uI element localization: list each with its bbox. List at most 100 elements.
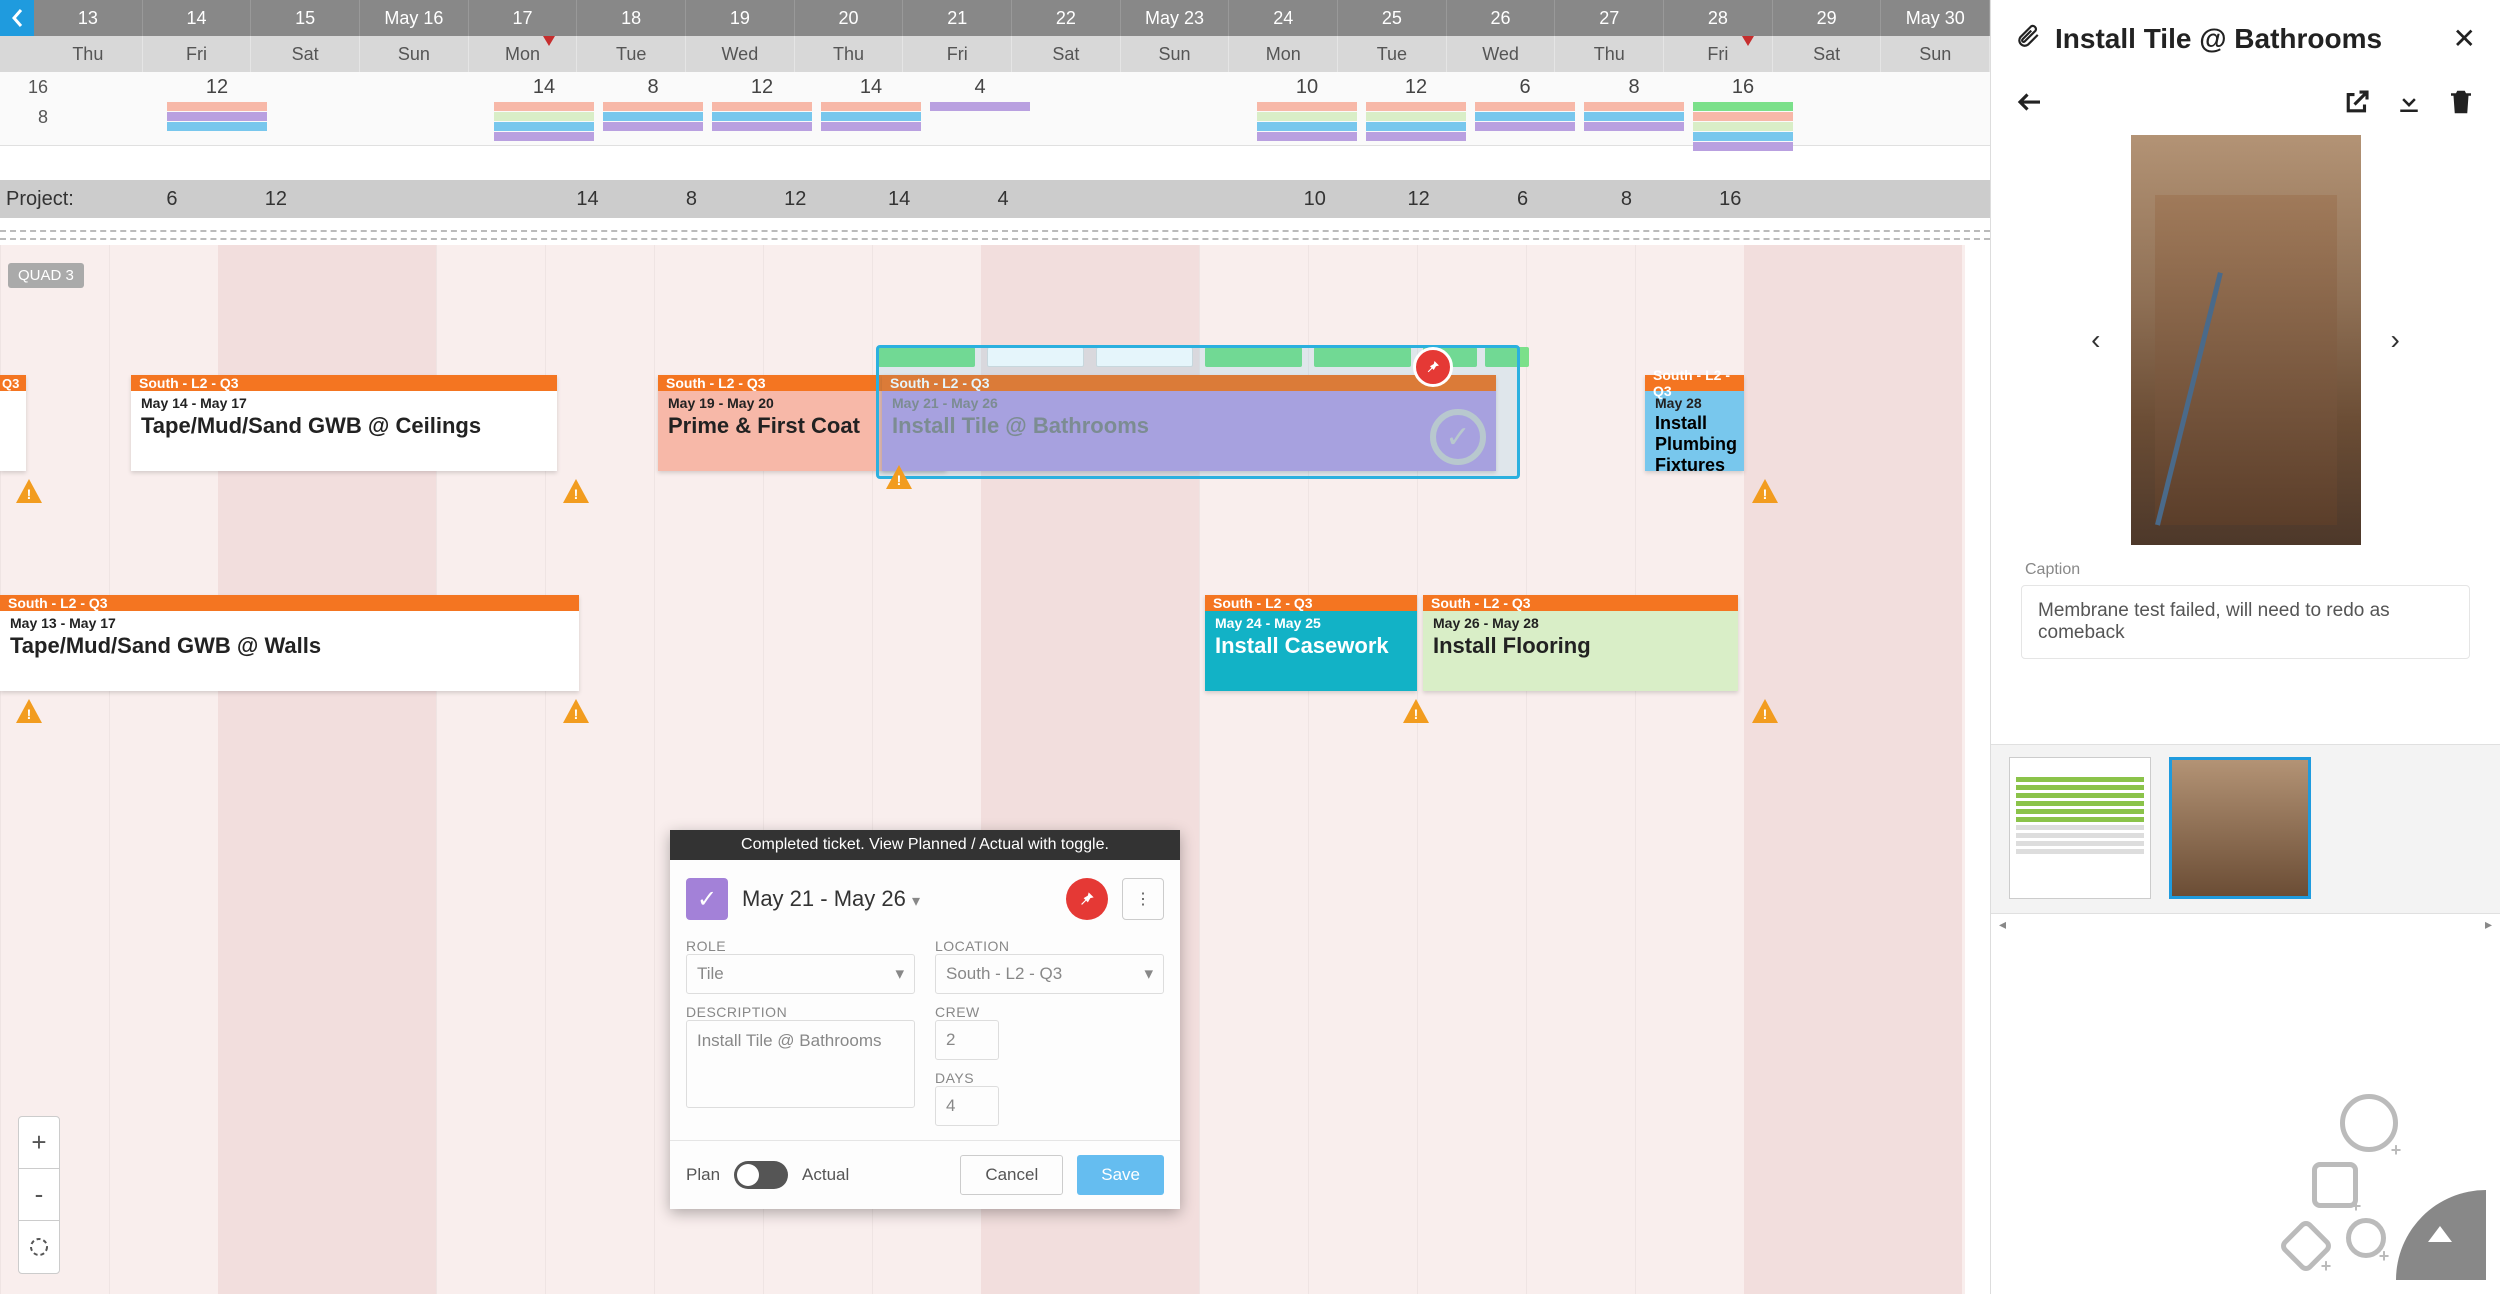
task-q3cut[interactable]: Q3 (0, 375, 26, 471)
project-totals-row: Project: 6121481214410126816 (0, 180, 1990, 218)
more-button[interactable]: ⋮ (1122, 878, 1164, 920)
project-total: 12 (224, 180, 328, 218)
popup-date-range[interactable]: May 21 - May 26 ▾ (742, 886, 1052, 912)
cancel-button[interactable]: Cancel (960, 1155, 1063, 1195)
timeline-date: May 30 (1881, 0, 1990, 36)
timeline-day: Thu (795, 36, 904, 72)
location-label: LOCATION (935, 938, 1164, 954)
timeline-prev-button[interactable] (0, 0, 34, 36)
pin-button[interactable] (1066, 878, 1108, 920)
days-input[interactable]: 4 (935, 1086, 999, 1126)
back-icon[interactable] (2015, 87, 2045, 117)
progress-block (1314, 347, 1411, 367)
role-select[interactable]: Tile▾ (686, 954, 915, 994)
summary-count: 12 (712, 76, 812, 99)
timeline-day: Sat (1773, 36, 1882, 72)
timeline-date: 19 (686, 0, 795, 36)
timeline-day: Fri (143, 36, 252, 72)
warning-icon: ! (1750, 477, 1780, 507)
svg-text:!: ! (27, 486, 32, 502)
timeline-day: Sat (1012, 36, 1121, 72)
open-external-icon[interactable] (2342, 87, 2372, 117)
pin-icon[interactable] (1413, 347, 1453, 387)
plan-actual-toggle[interactable] (734, 1161, 788, 1189)
project-total: 4 (951, 180, 1055, 218)
progress-block (878, 347, 975, 367)
task-ceilings[interactable]: South - L2 - Q3May 14 - May 17Tape/Mud/S… (131, 375, 557, 471)
task-flooring[interactable]: South - L2 - Q3May 26 - May 28Install Fl… (1423, 595, 1738, 691)
summary-count: 12 (1366, 76, 1466, 99)
zoom-fit-button[interactable] (19, 1221, 59, 1273)
timeline-date: 29 (1773, 0, 1882, 36)
photo-preview[interactable] (2131, 135, 2361, 545)
summary-count: 8 (1584, 76, 1684, 99)
timeline-date-row: 131415May 16171819202122May 232425262728… (0, 0, 1990, 36)
role-label: ROLE (686, 938, 915, 954)
photo-prev-button[interactable]: ‹ (2091, 324, 2100, 356)
progress-block (1205, 347, 1302, 367)
task-walls[interactable]: South - L2 - Q3May 13 - May 17Tape/Mud/S… (0, 595, 579, 691)
timeline-date: 22 (1012, 0, 1121, 36)
photo-next-button[interactable]: › (2391, 324, 2400, 356)
description-label: DESCRIPTION (686, 1004, 915, 1020)
zoom-in-button[interactable]: + (19, 1117, 59, 1169)
thumbnail-document[interactable] (2009, 757, 2151, 899)
zoom-controls: + - (18, 1116, 60, 1274)
delete-icon[interactable] (2446, 87, 2476, 117)
detail-panel: Install Tile @ Bathrooms ✕ ‹ › Caption M… (1990, 0, 2500, 1294)
attachment-icon[interactable] (2015, 23, 2041, 54)
thumbnail-photo-selected[interactable] (2169, 757, 2311, 899)
svg-text:!: ! (574, 486, 579, 502)
timeline-date: 15 (251, 0, 360, 36)
project-total: 6 (120, 180, 224, 218)
project-total: 10 (1263, 180, 1367, 218)
timeline-day: Thu (1555, 36, 1664, 72)
close-icon[interactable]: ✕ (2453, 22, 2476, 55)
summary-row: 16 8 121481214410126816 (0, 72, 1990, 146)
task-casework[interactable]: South - L2 - Q3May 24 - May 25Install Ca… (1205, 595, 1417, 691)
dashed-divider (0, 230, 1990, 240)
task-tile[interactable]: South - L2 - Q3May 21 - May 26Install Ti… (882, 375, 1496, 471)
timeline-day: Tue (577, 36, 686, 72)
timeline-day: Wed (1447, 36, 1556, 72)
download-icon[interactable] (2394, 87, 2424, 117)
caption-textarea[interactable]: Membrane test failed, will need to redo … (2021, 585, 2470, 659)
project-total: 8 (1574, 180, 1678, 218)
save-button[interactable]: Save (1077, 1155, 1164, 1195)
project-total (1782, 180, 1886, 218)
timeline-day-row: ThuFriSatSunMonTueWedThuFriSatSunMonTueW… (0, 36, 1990, 72)
project-total (328, 180, 432, 218)
timeline-date: 20 (795, 0, 904, 36)
task-popup: Completed ticket. View Planned / Actual … (670, 830, 1180, 1209)
warning-icon: ! (1401, 697, 1431, 727)
timeline-day: Mon (1229, 36, 1338, 72)
project-total: 12 (743, 180, 847, 218)
svg-text:!: ! (1763, 706, 1768, 722)
project-total: 14 (847, 180, 951, 218)
actual-label: Actual (802, 1165, 849, 1185)
zoom-out-button[interactable]: - (19, 1169, 59, 1221)
thumbnail-scrollbar[interactable]: ◂▸ (1999, 916, 2492, 926)
timeline-date: 18 (577, 0, 686, 36)
timeline-day: Sat (251, 36, 360, 72)
timeline-date: 17 (469, 0, 578, 36)
svg-text:!: ! (897, 472, 902, 488)
description-textarea[interactable]: Install Tile @ Bathrooms (686, 1020, 915, 1108)
task-plumb[interactable]: South - L2 - Q3May 28Install Plumbing Fi… (1645, 375, 1744, 471)
caption-label: Caption (2025, 561, 2466, 579)
days-label: DAYS (935, 1070, 1164, 1086)
svg-text:!: ! (1763, 486, 1768, 502)
location-select[interactable]: South - L2 - Q3▾ (935, 954, 1164, 994)
summary-count: 6 (1475, 76, 1575, 99)
crew-input[interactable]: 2 (935, 1020, 999, 1060)
project-total: 6 (1471, 180, 1575, 218)
summary-scale-top: 16 (0, 72, 58, 102)
timeline-day: Sun (1881, 36, 1990, 72)
timeline-date: 28 (1664, 0, 1773, 36)
progress-block (1096, 347, 1193, 367)
project-total (1159, 180, 1263, 218)
svg-text:!: ! (574, 706, 579, 722)
completed-check-icon[interactable]: ✓ (686, 878, 728, 920)
crew-label: CREW (935, 1004, 1164, 1020)
timeline-date: 24 (1229, 0, 1338, 36)
